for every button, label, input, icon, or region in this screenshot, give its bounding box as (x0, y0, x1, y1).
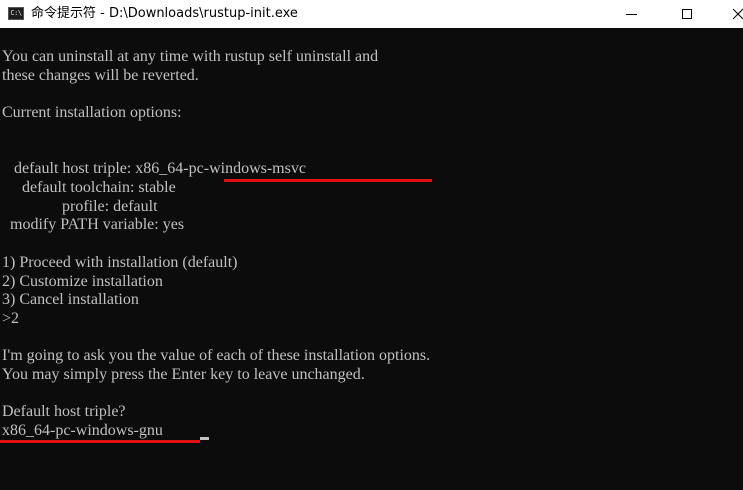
window-title: 命令提示符 - D:\Downloads\rustup-init.exe (31, 6, 298, 21)
console-input-line: x86_64-pc-windows-gnu (2, 422, 163, 439)
text-cursor (200, 437, 209, 440)
console-line: 3) Cancel installation (2, 291, 139, 308)
red-underline-annotation (0, 440, 200, 443)
console-line: default host triple: x86_64-pc-windows-m… (2, 160, 306, 177)
console-line: Default host triple? (2, 403, 126, 420)
console-line: Current installation options: (2, 104, 182, 121)
console-line: modify PATH variable: yes (2, 216, 185, 233)
maximize-button[interactable] (664, 0, 710, 28)
console-line: >2 (2, 310, 20, 327)
console-app-icon[interactable]: C:\ (8, 7, 24, 20)
console-line: You may simply press the Enter key to le… (2, 366, 365, 383)
close-icon (732, 8, 743, 20)
console-line: 1) Proceed with installation (default) (2, 254, 238, 271)
title-bar[interactable]: C:\ 命令提示符 - D:\Downloads\rustup-init.exe (0, 0, 743, 28)
console-line: these changes will be reverted. (2, 67, 199, 84)
console-line: profile: default (2, 198, 158, 215)
console-line: 2) Customize installation (2, 273, 163, 290)
console-line: I'm going to ask you the value of each o… (2, 347, 431, 364)
red-underline-annotation (224, 179, 432, 182)
console-line: You can uninstall at any time with rustu… (2, 48, 379, 65)
console-output-area[interactable]: You can uninstall at any time with rustu… (0, 28, 743, 490)
console-icon-glyph: C:\ (10, 9, 22, 17)
console-line: default toolchain: stable (2, 179, 176, 196)
minimize-button[interactable] (608, 0, 654, 28)
close-button[interactable] (718, 0, 743, 28)
minimize-icon (625, 13, 637, 15)
maximize-icon (682, 9, 692, 19)
command-prompt-window: C:\ 命令提示符 - D:\Downloads\rustup-init.exe… (0, 0, 743, 490)
